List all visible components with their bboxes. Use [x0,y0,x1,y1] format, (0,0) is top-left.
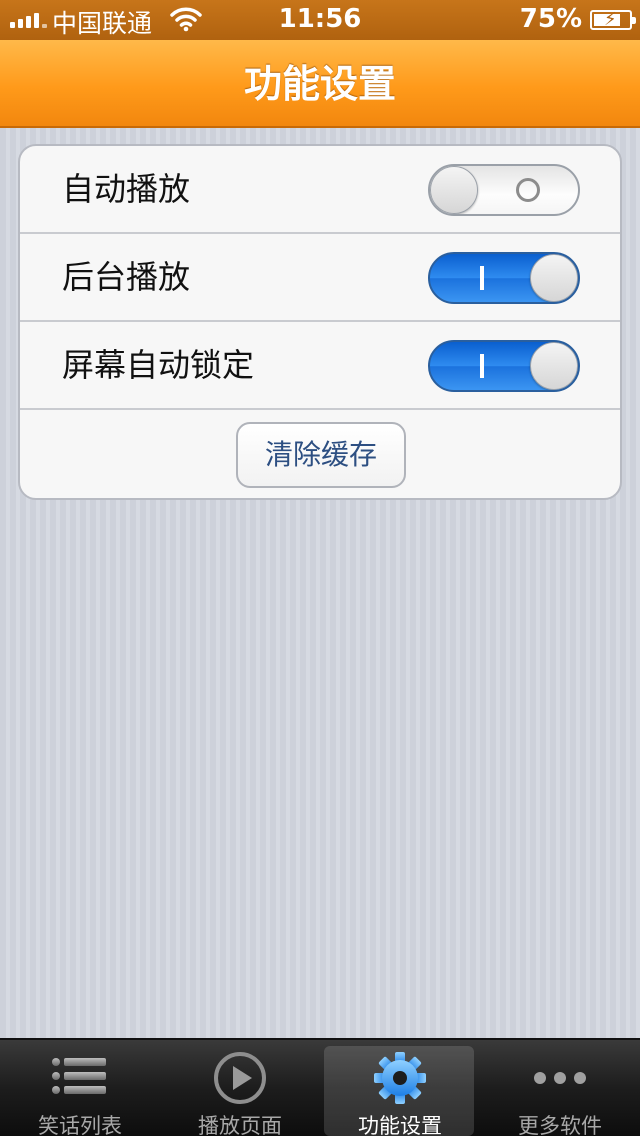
setting-row-auto-lock: 屏幕自动锁定 [20,322,620,410]
auto-lock-toggle[interactable] [428,340,580,392]
toggle-knob[interactable] [530,254,578,302]
clear-cache-row: 清除缓存 [20,412,620,498]
setting-label: 后台播放 [62,258,191,296]
clear-cache-button[interactable]: 清除缓存 [236,422,406,488]
setting-row-background-play: 后台播放 [20,234,620,322]
setting-label: 自动播放 [62,170,191,208]
on-indicator-icon [480,266,484,290]
status-bar: 中国联通 11:56 75% ⚡ [0,0,640,40]
settings-group: 自动播放 后台播放 屏幕自动锁定 清除缓存 [18,144,622,500]
tab-settings[interactable]: 功能设置 [320,1040,480,1136]
tab-label: 更多软件 [518,1114,602,1136]
toggle-knob[interactable] [530,342,578,390]
background-play-toggle[interactable] [428,252,580,304]
more-icon [534,1072,586,1084]
list-icon [52,1058,106,1094]
tab-more-apps[interactable]: 更多软件 [480,1040,640,1136]
off-indicator-icon [516,178,540,202]
autoplay-toggle[interactable] [428,164,580,216]
setting-row-autoplay: 自动播放 [20,146,620,234]
tab-joke-list[interactable]: 笑话列表 [0,1040,160,1136]
tab-label: 功能设置 [358,1114,442,1136]
tab-label: 播放页面 [198,1114,282,1136]
page-title: 功能设置 [243,62,396,106]
play-icon [214,1052,266,1104]
setting-label: 屏幕自动锁定 [62,346,255,384]
gear-icon [374,1052,426,1104]
tab-play-page[interactable]: 播放页面 [160,1040,320,1136]
battery-percent: 75% [519,4,582,34]
battery-charging-icon: ⚡ [590,9,636,30]
toggle-knob[interactable] [430,166,478,214]
on-indicator-icon [480,354,484,378]
tab-bar: 笑话列表 播放页面 功能设置 更多软件 [0,1038,640,1136]
tab-label: 笑话列表 [38,1114,122,1136]
nav-bar: 功能设置 [0,40,640,128]
